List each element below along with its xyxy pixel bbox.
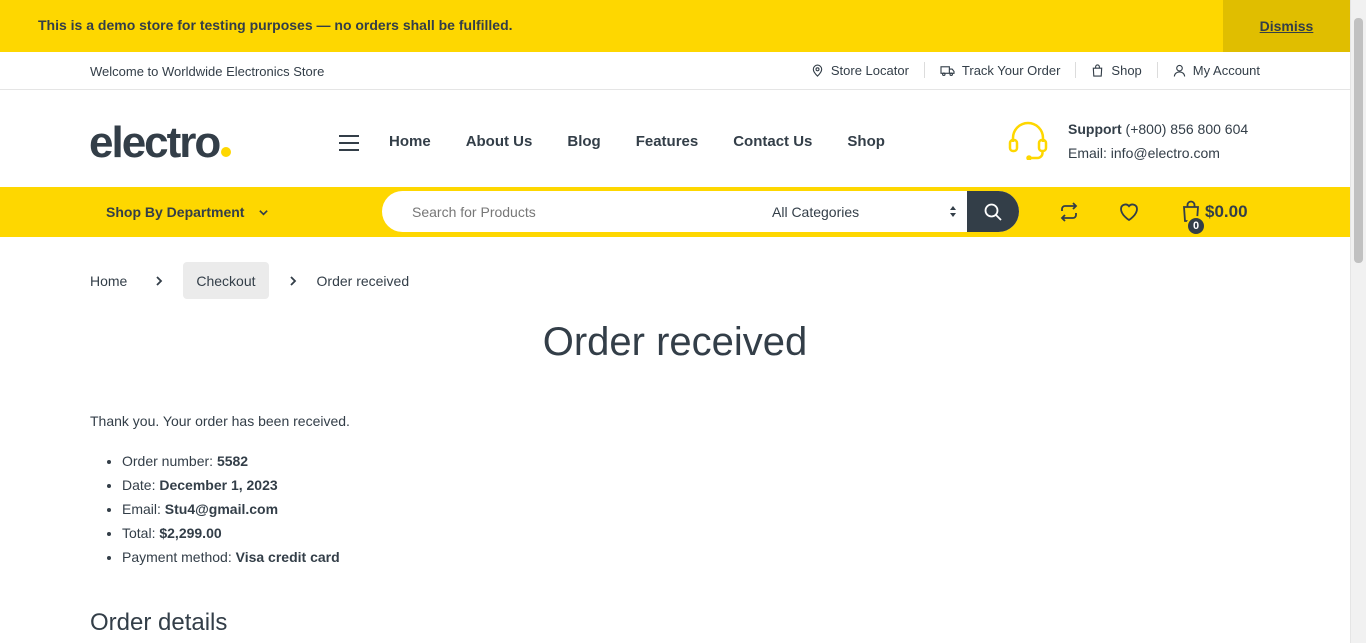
top-links: Store Locator Track Your Order Shop My A… (796, 62, 1260, 78)
shop-label: Shop (1111, 62, 1142, 78)
nav-about-us[interactable]: About Us (466, 133, 533, 150)
support-label: Support (1068, 121, 1122, 137)
nav-blog[interactable]: Blog (567, 133, 600, 150)
user-icon (1173, 64, 1185, 77)
support-email: Email: info@electro.com (1068, 145, 1220, 161)
support-phone-number: (+800) 856 800 604 (1125, 121, 1249, 137)
welcome-text: Welcome to Worldwide Electronics Store (90, 64, 325, 79)
truck-icon (940, 65, 955, 76)
order-payment-value: Visa credit card (235, 549, 340, 565)
main-navigation: Home About Us Blog Features Contact Us S… (389, 133, 885, 150)
chevron-right-icon (156, 275, 163, 286)
nav-home[interactable]: Home (389, 133, 431, 150)
order-payment-item: Payment method: Visa credit card (122, 548, 340, 572)
site-header: electro Home About Us Blog Features Cont… (0, 90, 1350, 187)
demo-notice-text: This is a demo store for testing purpose… (38, 17, 513, 33)
order-total-value: $2,299.00 (159, 525, 222, 541)
search-button[interactable] (967, 191, 1019, 232)
breadcrumb: Home Checkout Order received (90, 262, 409, 299)
compare-icon[interactable] (1058, 201, 1080, 223)
dismiss-link[interactable]: Dismiss (1223, 0, 1350, 52)
page-title: Order received (542, 320, 808, 364)
track-order-link[interactable]: Track Your Order (923, 62, 1076, 78)
store-locator-link[interactable]: Store Locator (796, 62, 924, 78)
cart-total[interactable]: $0.00 (1205, 202, 1248, 222)
support-phone: Support (+800) 856 800 604 (1068, 121, 1248, 137)
order-details-heading: Order details (90, 609, 228, 636)
nav-contact-us[interactable]: Contact Us (733, 133, 812, 150)
headset-icon (1008, 121, 1048, 160)
order-number-item: Order number: 5582 (122, 452, 340, 476)
track-order-label: Track Your Order (961, 62, 1061, 78)
order-number-value: 5582 (216, 453, 249, 469)
order-date-item: Date: December 1, 2023 (122, 476, 340, 500)
department-label: Shop By Department (106, 204, 245, 220)
nav-shop[interactable]: Shop (847, 133, 885, 150)
demo-store-notice: This is a demo store for testing purpose… (0, 0, 1350, 52)
chevron-right-icon (289, 275, 296, 286)
breadcrumb-current: Order received (316, 272, 410, 289)
breadcrumb-checkout[interactable]: Checkout (196, 273, 255, 289)
order-payment-label: Payment method: (122, 549, 232, 565)
shop-by-department-toggle[interactable]: Shop By Department (106, 204, 269, 220)
my-account-label: My Account (1192, 62, 1260, 78)
map-pin-icon (812, 64, 823, 77)
nav-features[interactable]: Features (636, 133, 699, 150)
cart-count-badge: 0 (1186, 216, 1206, 236)
product-search-form: All Categories (382, 191, 1019, 232)
page-scrollbar[interactable] (1350, 0, 1366, 643)
order-email-label: Email: (122, 501, 161, 517)
order-total-item: Total: $2,299.00 (122, 524, 340, 548)
department-search-bar: Shop By Department All Categories 0 $0.0… (0, 187, 1350, 237)
my-account-link[interactable]: My Account (1156, 62, 1260, 78)
chevron-down-icon (259, 209, 269, 216)
store-locator-label: Store Locator (830, 62, 909, 78)
order-email-value: Stu4@gmail.com (164, 501, 279, 517)
search-icon (984, 203, 1002, 221)
electro-logo[interactable]: electro (89, 118, 232, 168)
logo-text: electro (89, 118, 221, 167)
shopping-bag-icon (1093, 63, 1103, 77)
order-date-value: December 1, 2023 (159, 477, 278, 493)
order-number-label: Order number: (122, 453, 214, 469)
scrollbar-thumb[interactable] (1354, 18, 1363, 263)
mini-cart[interactable]: 0 (1181, 200, 1206, 236)
select-arrows-icon (950, 206, 956, 217)
top-bar: Welcome to Worldwide Electronics Store S… (0, 52, 1350, 90)
order-thank-you-message: Thank you. Your order has been received. (90, 413, 350, 429)
order-total-label: Total: (122, 525, 156, 541)
search-input[interactable] (382, 191, 757, 232)
order-date-label: Date: (122, 477, 156, 493)
breadcrumb-checkout-box: Checkout (183, 262, 269, 299)
category-selected-value: All Categories (772, 203, 860, 220)
support-info: Support (+800) 856 800 604 Email: info@e… (1007, 120, 1267, 161)
order-email-item: Email: Stu4@gmail.com (122, 500, 340, 524)
breadcrumb-home[interactable]: Home (90, 273, 127, 289)
shop-link[interactable]: Shop (1075, 62, 1156, 78)
wishlist-heart-icon[interactable] (1118, 201, 1140, 223)
logo-dot (221, 147, 232, 157)
order-overview-list: Order number: 5582 Date: December 1, 202… (122, 452, 340, 572)
category-select[interactable]: All Categories (772, 191, 967, 232)
hamburger-menu-icon[interactable] (339, 135, 359, 151)
